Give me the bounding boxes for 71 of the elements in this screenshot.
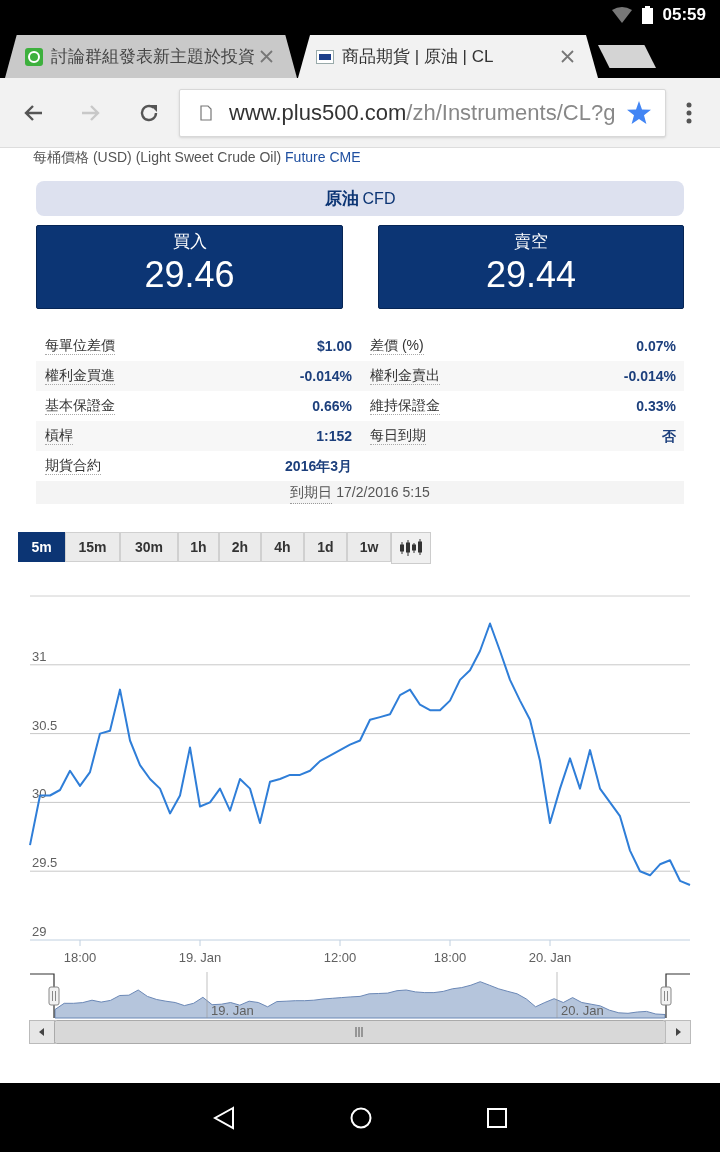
url-text: www.plus500.com/zh/Instruments/CL?g [229,99,617,127]
navigator-label: 19. Jan [211,1003,254,1018]
candlestick-icon [400,539,422,557]
address-bar[interactable]: www.plus500.com/zh/Instruments/CL?g [179,88,666,137]
menu-icon[interactable] [686,101,692,124]
field-label: 期貨合約 [45,457,101,475]
navigator-handle[interactable] [48,986,60,1006]
reload-icon[interactable] [139,102,159,123]
sell-button[interactable]: 賣空 29.44 [378,225,684,309]
recents-nav-icon[interactable] [487,1107,507,1128]
field-label: 每單位差價 [45,337,115,355]
home-nav-icon[interactable] [350,1106,372,1129]
browser-tab[interactable]: 討論群組發表新主題於投資 [5,35,297,78]
bookmark-star-icon[interactable] [627,101,651,124]
field-value: 否 [662,426,676,446]
wifi-icon [611,7,632,23]
timeframe-button[interactable]: 4h [261,532,304,562]
field-label: 每日到期 [370,427,426,445]
new-tab-button[interactable] [598,45,656,68]
field-value: -0.014% [623,366,676,386]
field-label: 槓桿 [45,427,73,445]
clock-time: 05:59 [662,4,706,27]
back-nav-icon[interactable] [213,1105,235,1130]
chart-type-button[interactable] [391,532,431,564]
expiry-value: 17/2/2016 5:15 [336,483,430,502]
back-icon[interactable] [23,103,43,122]
navigator-label: 20. Jan [561,1003,604,1018]
x-axis-label: 19. Jan [178,950,222,965]
x-axis-label: 20. Jan [528,950,572,965]
field-label: 權利金買進 [45,367,115,385]
y-axis-label: 30.5 [32,717,58,733]
field-label: 維持保證金 [370,397,440,415]
site-icon [316,49,334,64]
x-axis-label: 18:00 [433,950,467,965]
field-label: 差價 (%) [370,337,424,355]
description-text: 每桶價格 (USD) (Light Sweet Crude Oil) [33,149,282,165]
y-axis-label: 29 [32,924,47,939]
timeframe-button[interactable]: 30m [120,532,178,562]
x-axis-label: 18:00 [63,950,97,965]
browser-tab[interactable]: 商品期貨 | 原油 | CL [298,35,598,78]
page-icon [200,104,212,121]
instrument-header: 原油 CFD [36,181,684,216]
timeframe-button[interactable]: 1w [347,532,391,562]
expiry-label: 到期日 [290,481,333,504]
site-icon [25,47,43,66]
field-value: 0.33% [636,396,676,416]
field-value: 0.07% [636,336,676,356]
field-value: 2016年3月 [285,456,352,476]
scroll-left-button[interactable] [29,1020,55,1044]
timeframe-button[interactable]: 1d [304,532,347,562]
scrollbar-thumb[interactable] [54,1020,666,1044]
timeframe-button[interactable]: 5m [18,532,65,562]
y-axis-label: 31 [32,648,47,664]
close-icon[interactable] [260,50,273,63]
field-label: 權利金賣出 [370,367,440,385]
timeframe-button[interactable]: 1h [178,532,219,562]
field-value: 0.66% [312,396,352,416]
field-value: $1.00 [316,336,352,356]
y-axis-label: 29.5 [32,855,58,871]
navigator-handle[interactable] [660,986,672,1006]
timeframe-button[interactable]: 2h [219,532,261,562]
field-value: 1:152 [316,426,352,446]
timeframe-button[interactable]: 15m [65,532,120,562]
field-label: 基本保證金 [45,397,115,415]
buy-button[interactable]: 買入 29.46 [36,225,343,309]
scroll-right-button[interactable] [665,1020,691,1044]
close-icon[interactable] [561,50,574,63]
x-axis-label: 12:00 [323,950,357,965]
battery-icon [641,6,653,24]
field-value: -0.014% [299,366,352,386]
description-link[interactable]: Future CME [285,149,361,165]
